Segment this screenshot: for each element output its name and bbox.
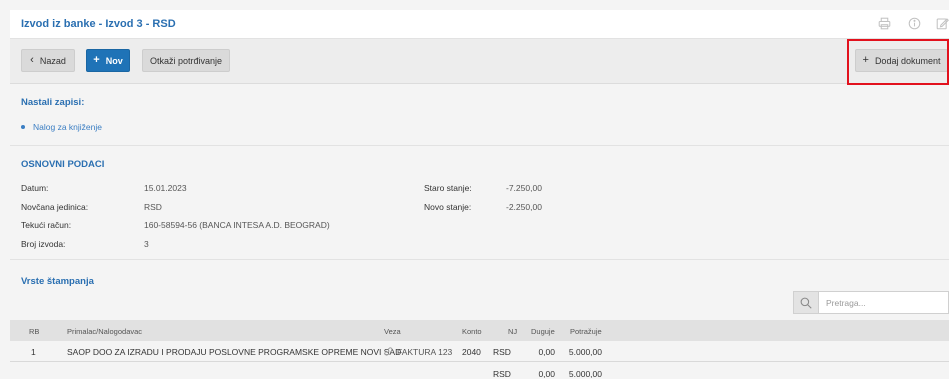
column-header-debit[interactable]: Duguje: [531, 327, 555, 336]
edit-icon[interactable]: [936, 17, 949, 30]
cancel-confirmation-button[interactable]: Otkaži potrđivanje: [142, 49, 230, 72]
new-balance-label: Novo stanje:: [424, 202, 472, 212]
cell-link[interactable]: FAKTURA 123: [384, 347, 452, 357]
total-currency: RSD: [493, 369, 511, 379]
cell-debit: 0,00: [538, 347, 555, 357]
print-types-title: Vrste štampanja: [21, 276, 94, 287]
total-credit: 5.000,00: [568, 369, 602, 379]
new-button-label: Nov: [105, 55, 123, 66]
column-header-account[interactable]: Konto: [462, 327, 482, 336]
old-balance-label: Staro stanje:: [424, 183, 472, 193]
currency-value: RSD: [144, 202, 162, 212]
print-icon[interactable]: [878, 17, 891, 30]
column-header-party[interactable]: Primalac/Nalogodavac: [67, 327, 142, 336]
column-header-currency[interactable]: NJ: [508, 327, 517, 336]
created-records-title: Nastali zapisi:: [21, 97, 85, 108]
date-label: Datum:: [21, 183, 49, 193]
page-title: Izvod iz banke - Izvod 3 - RSD: [21, 18, 176, 30]
basic-data-title: OSNOVNI PODACI: [21, 159, 105, 170]
currency-label: Novčana jedinica:: [21, 202, 89, 212]
statement-number-label: Broj izvoda:: [21, 239, 66, 249]
table-row[interactable]: 1 SAOP DOO ZA IZRADU I PRODAJU POSLOVNE …: [10, 341, 949, 362]
posting-order-link[interactable]: Nalog za knjiženje: [21, 122, 102, 132]
total-debit: 0,00: [538, 369, 555, 379]
chevron-left-icon: ‹: [30, 54, 34, 66]
table-totals-row: RSD 0,00 5.000,00: [10, 362, 949, 379]
old-balance-value: -7.250,00: [506, 183, 542, 193]
search-box: [793, 291, 949, 314]
account-label: Tekući račun:: [21, 220, 72, 230]
new-button[interactable]: + Nov: [86, 49, 130, 72]
statement-number-value: 3: [144, 239, 149, 249]
plus-icon: +: [862, 54, 869, 66]
table-header: RB Primalac/Nalogodavac Veza Konto NJ Du…: [10, 320, 949, 341]
action-toolbar: ‹ Nazad + Nov Otkaži potrđivanje + Dodaj…: [10, 38, 949, 84]
link-icon: [384, 347, 393, 356]
cell-currency: RSD: [493, 347, 511, 357]
cell-rb: 1: [31, 347, 36, 357]
created-records-section: Nastali zapisi: Nalog za knjiženje: [10, 85, 949, 146]
search-input[interactable]: [819, 291, 949, 314]
cancel-confirmation-label: Otkaži potrđivanje: [149, 55, 223, 66]
back-button[interactable]: ‹ Nazad: [21, 49, 75, 72]
bullet-icon: [21, 124, 25, 129]
back-button-label: Nazad: [39, 55, 66, 66]
add-document-button[interactable]: + Dodaj dokument: [855, 49, 948, 72]
window-titlebar: Izvod iz banke - Izvod 3 - RSD: [10, 10, 949, 38]
search-icon[interactable]: [793, 291, 819, 314]
column-header-link[interactable]: Veza: [384, 327, 401, 336]
cell-credit: 5.000,00: [568, 347, 602, 357]
basic-data-section: OSNOVNI PODACI Datum: 15.01.2023 Staro s…: [10, 146, 949, 260]
column-header-rb[interactable]: RB: [29, 327, 39, 336]
info-icon[interactable]: [908, 17, 921, 30]
posting-order-label: Nalog za knjiženje: [33, 122, 102, 132]
plus-icon: +: [93, 54, 100, 66]
date-value: 15.01.2023: [144, 183, 187, 193]
cell-account: 2040: [462, 347, 481, 357]
account-value: 160-58594-56 (BANCA INTESA A.D. BEOGRAD): [144, 220, 330, 230]
add-document-label: Dodaj dokument: [874, 55, 941, 66]
cell-link-text: FAKTURA 123: [397, 347, 453, 357]
cell-party: SAOP DOO ZA IZRADU I PRODAJU POSLOVNE PR…: [67, 347, 402, 357]
new-balance-value: -2.250,00: [506, 202, 542, 212]
column-header-credit[interactable]: Potražuje: [570, 327, 602, 336]
